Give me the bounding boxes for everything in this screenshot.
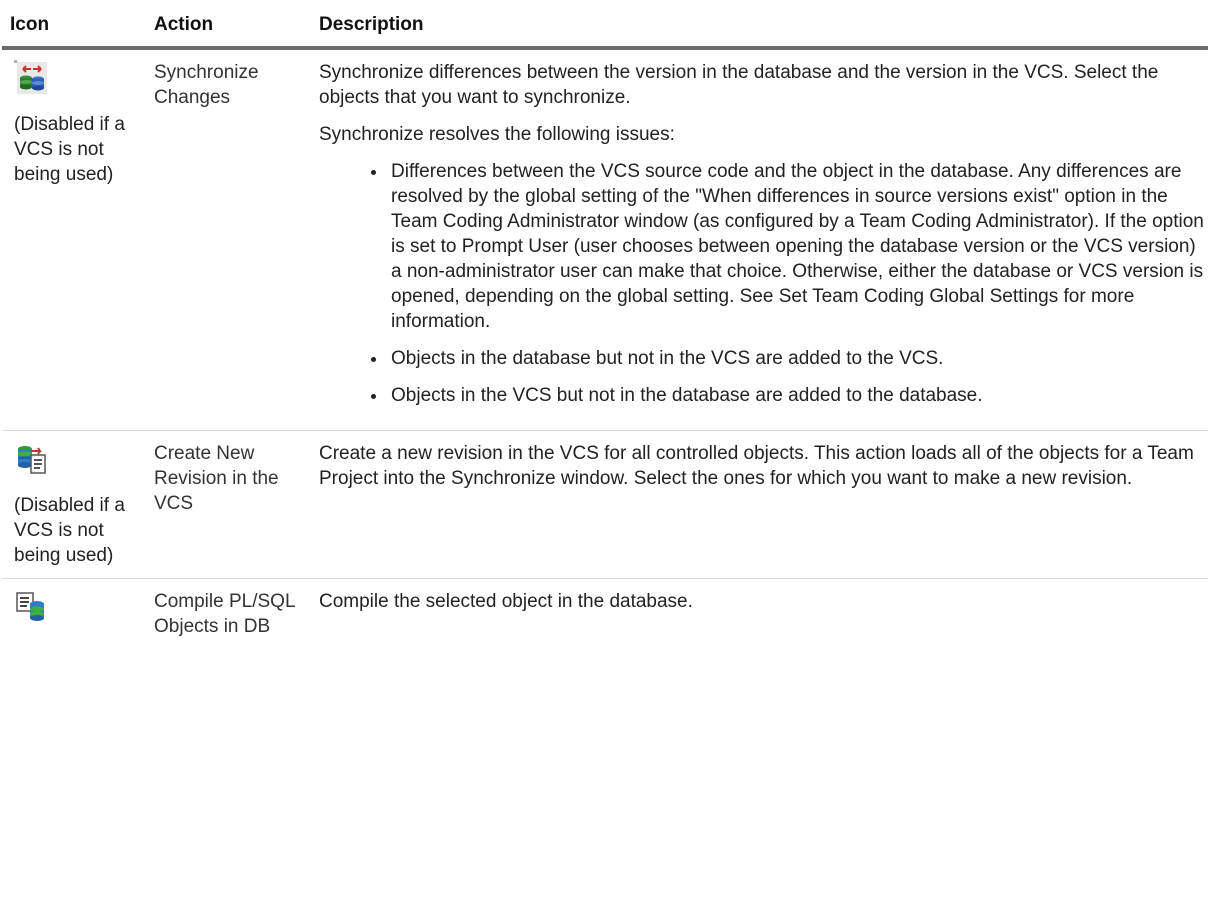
bullet-icon <box>371 170 376 175</box>
issues-list: Differences between the VCS source code … <box>319 159 1204 408</box>
list-item-text: Objects in the VCS but not in the databa… <box>391 385 983 406</box>
list-item: Objects in the VCS but not in the databa… <box>369 383 1204 408</box>
bullet-icon <box>371 394 376 399</box>
header-description: Description <box>313 8 1208 50</box>
header-icon: Icon <box>2 8 148 50</box>
list-item-text: Differences between the VCS source code … <box>391 161 1204 332</box>
icon-cell: (Disabled if a VCS is not being used) <box>2 431 148 579</box>
table-row: (Disabled if a VCS is not being used) Sy… <box>2 48 1208 431</box>
list-item: Objects in the database but not in the V… <box>369 346 1204 371</box>
description-cell: Synchronize differences between the vers… <box>313 48 1208 431</box>
action-label: Create New Revision in the VCS <box>154 443 279 514</box>
description-paragraph: Synchronize differences between the vers… <box>319 62 1159 108</box>
header-row: Icon Action Description <box>2 8 1208 50</box>
action-label: Synchronize Changes <box>154 62 259 108</box>
list-item-text: Objects in the database but not in the V… <box>391 348 944 369</box>
description-paragraph: Synchronize resolves the following issue… <box>319 124 675 145</box>
list-item: Differences between the VCS source code … <box>369 159 1204 334</box>
synchronize-changes-icon <box>14 60 50 96</box>
icon-cell: (Disabled if a VCS is not being used) <box>2 48 148 431</box>
action-label: Compile PL/SQL Objects in DB <box>154 591 295 637</box>
compile-plsql-icon <box>14 589 50 625</box>
header-action: Action <box>148 8 313 50</box>
disabled-note: (Disabled if a VCS is not being used) <box>14 114 125 185</box>
table-row: (Disabled if a VCS is not being used) Cr… <box>2 431 1208 579</box>
disabled-note: (Disabled if a VCS is not being used) <box>14 495 125 566</box>
create-new-revision-icon <box>14 441 50 477</box>
description-cell: Compile the selected object in the datab… <box>313 579 1208 650</box>
actions-table: Icon Action Description (Disabled if a V… <box>2 8 1208 649</box>
icon-cell <box>2 579 148 650</box>
description-cell: Create a new revision in the VCS for all… <box>313 431 1208 579</box>
description-paragraph: Create a new revision in the VCS for all… <box>319 443 1194 489</box>
description-paragraph: Compile the selected object in the datab… <box>319 591 693 612</box>
bullet-icon <box>371 357 376 362</box>
table-row: Compile PL/SQL Objects in DB Compile the… <box>2 579 1208 650</box>
